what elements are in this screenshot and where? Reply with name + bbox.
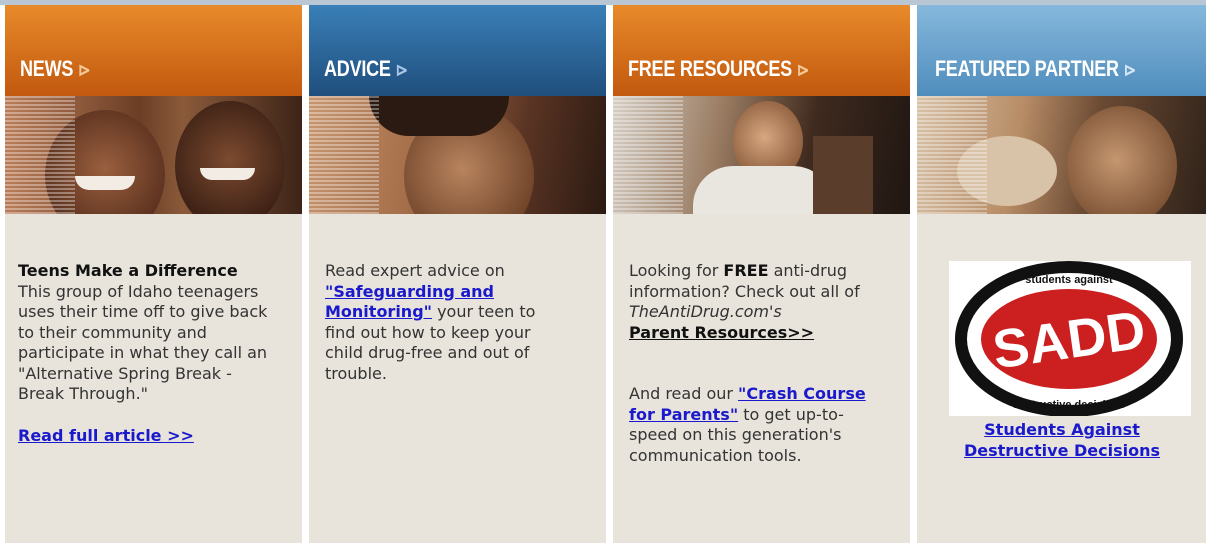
chevron-right-icon: ⊳ xyxy=(395,60,408,80)
news-column: NEWS ⊳ Teens Make a Difference This group… xyxy=(5,5,302,543)
news-body: Teens Make a Difference This group of Id… xyxy=(5,214,302,543)
advice-text: Read expert advice on "Safeguarding and … xyxy=(325,261,536,383)
featured-partner-photo xyxy=(917,96,1206,214)
advice-photo xyxy=(309,96,606,214)
site-name: TheAntiDrug.com's xyxy=(629,302,782,321)
sadd-partner-link[interactable]: Students Against Destructive Decisions xyxy=(964,420,1160,460)
featured-partner-header-title: FEATURED PARTNER ⊳ xyxy=(935,56,1136,81)
read-full-article-link[interactable]: Read full article >> xyxy=(18,426,194,445)
chevron-right-icon: ⊳ xyxy=(1123,60,1136,80)
news-summary: This group of Idaho teenagers uses their… xyxy=(18,281,268,404)
advice-column: ADVICE ⊳ Read expert advice on "Safeguard… xyxy=(309,5,606,543)
advice-body: Read expert advice on "Safeguarding and … xyxy=(309,214,606,543)
featured-partner-body: SADD students against destructive decisi… xyxy=(917,214,1206,543)
featured-partner-column: FEATURED PARTNER ⊳ SADD students against … xyxy=(917,5,1206,543)
sadd-logo[interactable]: SADD students against destructive decisi… xyxy=(949,261,1191,417)
free-resources-text: Looking for FREE anti-drug information? … xyxy=(629,261,866,465)
free-resources-body: Looking for FREE anti-drug information? … xyxy=(613,214,910,543)
featured-partner-header: FEATURED PARTNER ⊳ xyxy=(917,5,1206,96)
free-resources-header: FREE RESOURCES ⊳ xyxy=(613,5,910,96)
parent-resources-link[interactable]: Parent Resources>> xyxy=(629,323,814,342)
news-header: NEWS ⊳ xyxy=(5,5,302,96)
free-resources-column: FREE RESOURCES ⊳ Looking for FREE anti-dr… xyxy=(613,5,910,543)
news-photo xyxy=(5,96,302,214)
chevron-right-icon: ⊳ xyxy=(796,60,810,80)
news-headline: Teens Make a Difference xyxy=(18,261,238,280)
sadd-logo-top-text: students against xyxy=(1025,274,1113,286)
free-resources-header-title: FREE RESOURCES ⊳ xyxy=(628,56,810,81)
sadd-logo-bottom-text: destructive decisions xyxy=(1013,399,1126,411)
news-header-title: NEWS ⊳ xyxy=(20,56,91,81)
free-resources-photo xyxy=(613,96,910,214)
advice-header-title: ADVICE ⊳ xyxy=(324,56,408,81)
advice-header: ADVICE ⊳ xyxy=(309,5,606,96)
chevron-right-icon: ⊳ xyxy=(78,60,91,80)
free-label: FREE xyxy=(723,261,769,280)
